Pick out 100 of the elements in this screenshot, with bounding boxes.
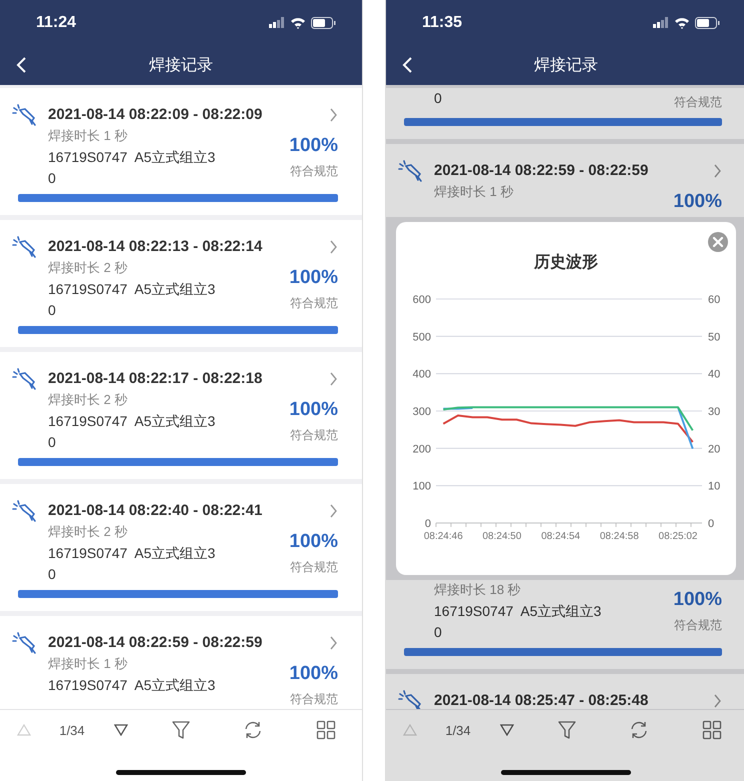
part-label: 16719S0747 A5立式组立3	[48, 412, 216, 431]
axis-label: 10	[708, 480, 720, 493]
chevron-right-icon	[713, 694, 722, 708]
axis-label: 100	[412, 480, 431, 493]
time-range: 2021-08-14 08:22:40 - 08:22:41	[48, 501, 264, 521]
time-range: 2021-08-14 08:22:17 - 08:22:18	[48, 369, 264, 389]
axis-label: 0	[708, 518, 714, 530]
welding-torch-icon	[398, 160, 424, 184]
dialog-title: 历史波形	[534, 252, 598, 273]
battery-icon	[695, 16, 720, 28]
compliance-status: 符合规范	[674, 617, 722, 634]
wifi-icon	[674, 16, 690, 28]
welding-torch-icon	[12, 104, 38, 128]
battery-icon	[311, 16, 336, 28]
triangle-down-icon[interactable]	[114, 724, 128, 736]
compliance-percent: 100%	[289, 663, 338, 685]
part-label: 0	[48, 169, 57, 188]
signal-icon	[269, 17, 285, 28]
axis-label: 500	[412, 331, 431, 344]
time-range: 2021-08-14 08:22:13 - 08:22:14	[48, 237, 264, 257]
part-label: 16719S0747 A5立式组立3	[48, 280, 216, 299]
status-time: 11:35	[422, 14, 462, 32]
chevron-right-icon	[329, 108, 338, 122]
part-label: 16719S0747 A5立式组立3	[48, 676, 216, 695]
record-card[interactable]: 2021-08-14 08:22:13 - 08:22:14 焊接时长 2 秒 16719S0747 A5立式组立3 0 100% 符合规范	[0, 220, 362, 347]
page-indicator: 1/34	[445, 722, 471, 738]
record-card[interactable]: 0 符合规范	[386, 88, 744, 139]
axis-label: 08:24:50	[482, 531, 522, 542]
grid-icon[interactable]	[702, 720, 722, 740]
record-card[interactable]: 2021-08-14 08:22:09 - 08:22:09 焊接时长 1 秒 16719S0747 A5立式组立3 0 100% 符合规范	[0, 88, 362, 215]
record-card[interactable]: 2021-08-14 08:22:17 - 08:22:18 焊接时长 2 秒 16719S0747 A5立式组立3 0 100% 符合规范	[0, 352, 362, 479]
weld-duration: 焊接时长 2 秒	[48, 391, 128, 409]
compliance-percent: 100%	[673, 589, 722, 611]
wifi-icon	[290, 16, 306, 28]
back-icon[interactable]	[400, 56, 414, 74]
compliance-percent: 100%	[673, 191, 722, 213]
part-label: 0	[434, 623, 443, 642]
compliance-status: 符合规范	[290, 691, 338, 708]
weld-duration: 焊接时长 2 秒	[48, 523, 128, 541]
back-icon[interactable]	[14, 56, 28, 74]
compliance-status: 符合规范	[290, 295, 338, 312]
axis-label: 50	[708, 331, 720, 344]
filter-icon[interactable]	[557, 720, 577, 740]
welding-torch-icon	[12, 236, 38, 260]
refresh-icon[interactable]	[629, 720, 649, 740]
time-range: 2021-08-14 08:22:09 - 08:22:09	[48, 105, 264, 125]
axis-label: 600	[412, 294, 431, 306]
part-label: 16719S0747 A5立式组立3	[434, 602, 602, 621]
part-label: 0	[48, 433, 57, 452]
chevron-right-icon	[329, 372, 338, 386]
axis-label: 200	[412, 443, 431, 456]
part-label: 16719S0747 A5立式组立3	[48, 544, 216, 563]
compliance-status: 符合规范	[290, 427, 338, 444]
time-range: 2021-08-14 08:22:59 - 08:22:59	[434, 161, 650, 181]
compliance-percent: 100%	[289, 399, 338, 421]
chevron-right-icon	[329, 504, 338, 518]
part-label: 0	[434, 89, 443, 108]
axis-label: 08:24:54	[541, 531, 580, 542]
axis-label: 08:25:02	[658, 531, 698, 542]
compliance-percent: 100%	[289, 135, 338, 157]
compliance-status: 符合规范	[290, 163, 338, 180]
axis-label: 400	[412, 368, 431, 381]
filter-icon[interactable]	[171, 720, 191, 740]
record-card[interactable]: 2021-08-14 08:22:40 - 08:22:41 焊接时长 2 秒 16719S0747 A5立式组立3 0 100% 符合规范	[0, 484, 362, 611]
axis-label: 300	[412, 406, 431, 418]
chevron-right-icon	[329, 636, 338, 650]
record-card[interactable]: 焊接时长 18 秒 16719S0747 A5立式组立3 0 100% 符合规范	[386, 580, 744, 669]
page-title: 焊接记录	[149, 56, 213, 76]
axis-label: 30	[708, 406, 720, 418]
record-card[interactable]: 2021-08-14 08:22:59 - 08:22:59 焊接时长 1 秒 16719S0747 A5立式组立3 100% 符合规范	[0, 616, 362, 709]
time-range: 2021-08-14 08:25:47 - 08:25:48	[434, 691, 650, 709]
time-range: 2021-08-14 08:22:59 - 08:22:59	[48, 633, 264, 653]
refresh-icon[interactable]	[243, 720, 263, 740]
compliance-percent: 100%	[289, 267, 338, 289]
welding-torch-icon	[12, 368, 38, 392]
close-icon[interactable]	[708, 232, 728, 252]
part-label: 0	[48, 301, 57, 320]
page-title: 焊接记录	[534, 56, 598, 76]
axis-label: 20	[708, 443, 720, 456]
part-label: 0	[48, 565, 57, 584]
status-time: 11:24	[36, 14, 76, 32]
axis-label: 0	[424, 518, 431, 530]
part-label: 16719S0747 A5立式组立3	[48, 148, 216, 167]
weld-duration: 焊接时长 1 秒	[434, 183, 514, 201]
weld-duration: 焊接时长 2 秒	[48, 259, 128, 277]
axis-label: 40	[708, 368, 720, 381]
compliance-status: 符合规范	[290, 559, 338, 576]
axis-label: 08:24:58	[600, 531, 639, 542]
signal-icon	[653, 17, 669, 28]
record-card[interactable]: 2021-08-14 08:22:59 - 08:22:59 焊接时长 1 秒 100%	[386, 144, 744, 217]
record-card[interactable]: 2021-08-14 08:25:47 - 08:25:48	[386, 674, 744, 709]
weld-duration: 焊接时长 18 秒	[434, 581, 522, 599]
welding-torch-icon	[398, 690, 424, 709]
welding-torch-icon	[12, 632, 38, 656]
compliance-status: 符合规范	[674, 94, 722, 111]
triangle-down-icon[interactable]	[500, 724, 514, 736]
chevron-right-icon	[713, 164, 722, 178]
chevron-right-icon	[329, 240, 338, 254]
grid-icon[interactable]	[316, 720, 336, 740]
axis-label: 60	[708, 294, 720, 306]
